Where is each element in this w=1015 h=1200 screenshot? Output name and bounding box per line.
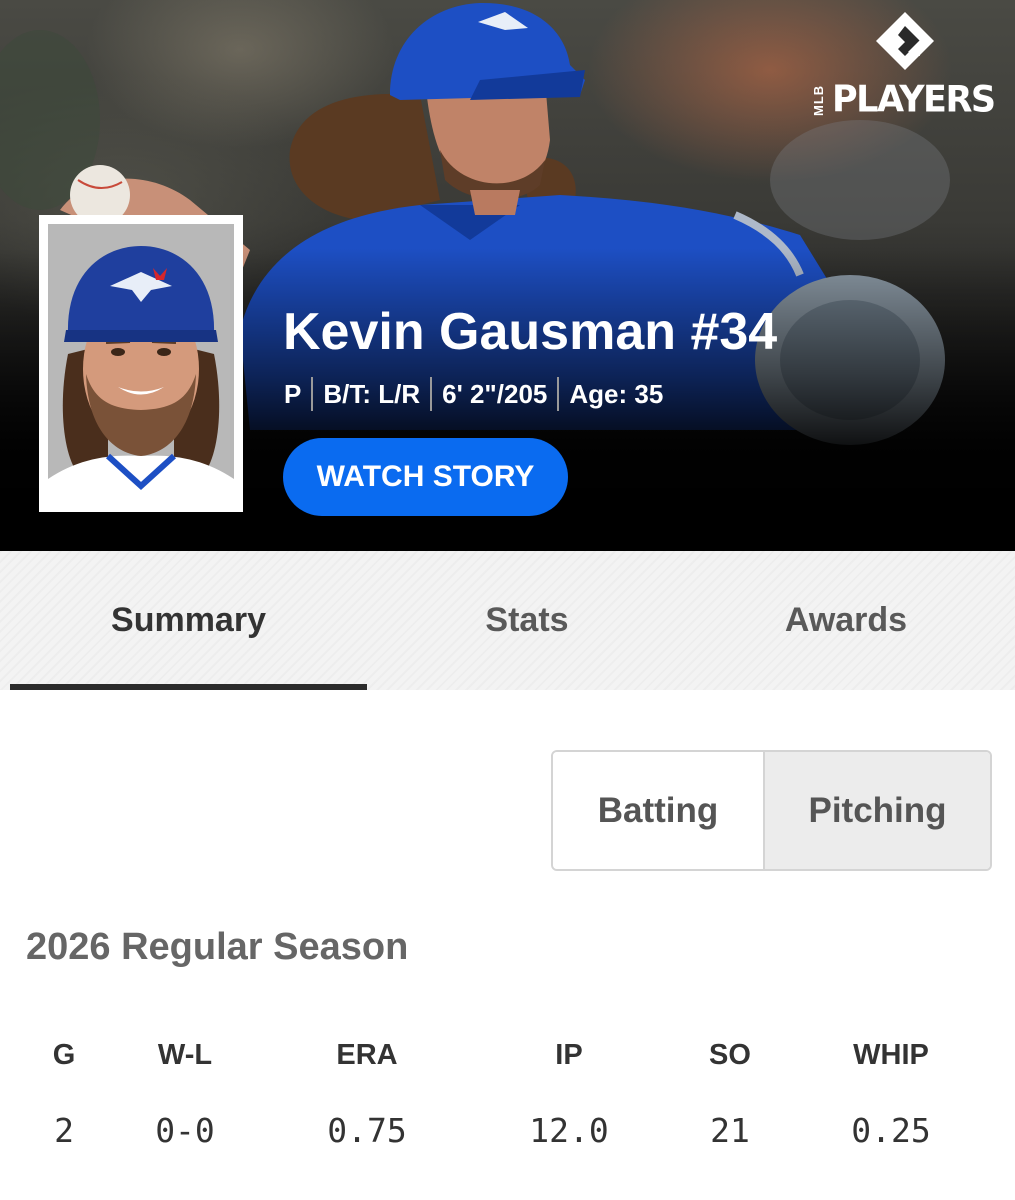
watch-story-button[interactable]: WATCH STORY — [283, 438, 568, 516]
pitching-toggle-button[interactable]: Pitching — [763, 752, 990, 869]
mlb-players-logo[interactable]: MLB PLAYERS — [811, 10, 1002, 121]
players-diamond-icon — [876, 12, 934, 70]
stat-header: G — [52, 1039, 76, 1071]
stat-column-g: G 2 — [0, 1030, 134, 1156]
batting-toggle-button[interactable]: Batting — [553, 752, 763, 869]
player-height-weight: 6' 2"/205 — [442, 378, 548, 409]
player-hero: MLB PLAYERS Kevin Gausman #34 P B/T: L/R… — [0, 0, 1015, 551]
meta-divider — [311, 377, 314, 411]
stat-column-ip: IP 12.0 — [499, 1030, 639, 1156]
player-bats-throws: B/T: L/R — [323, 378, 421, 409]
stat-value: 0-0 — [155, 1111, 215, 1150]
tab-summary[interactable]: Summary — [10, 551, 367, 690]
players-wordmark: PLAYERS — [832, 79, 996, 121]
player-headshot — [39, 215, 243, 512]
stat-value: 12.0 — [529, 1111, 609, 1150]
player-position: P — [284, 378, 302, 409]
stat-type-toggle: Batting Pitching — [551, 750, 992, 871]
player-name: Kevin Gausman #34 — [283, 303, 778, 361]
profile-tabs: Summary Stats Awards — [0, 551, 1015, 690]
stat-value: 0.25 — [851, 1111, 931, 1150]
mlb-wordmark: MLB — [811, 84, 826, 116]
stat-header: SO — [709, 1039, 751, 1071]
player-age: Age: 35 — [569, 378, 664, 409]
stat-header: W-L — [157, 1039, 213, 1071]
meta-divider — [430, 377, 433, 411]
season-title: 2026 Regular Season — [26, 926, 409, 968]
stat-value: 0.75 — [327, 1111, 407, 1150]
headshot-photo — [48, 224, 234, 503]
tab-awards[interactable]: Awards — [687, 551, 1005, 690]
meta-divider — [557, 377, 560, 411]
stat-header: WHIP — [853, 1039, 929, 1071]
stat-value: 2 — [54, 1111, 74, 1150]
player-bio-line: P B/T: L/R 6' 2"/205 Age: 35 — [284, 374, 663, 414]
tab-stats[interactable]: Stats — [367, 551, 687, 690]
stat-header: IP — [555, 1039, 583, 1071]
stat-column-so: SO 21 — [660, 1030, 800, 1156]
stat-column-w-l: W-L 0-0 — [115, 1030, 255, 1156]
stat-value: 21 — [710, 1111, 750, 1150]
stat-header: ERA — [336, 1039, 398, 1071]
stat-column-era: ERA 0.75 — [297, 1030, 437, 1156]
active-tab-indicator — [10, 684, 367, 690]
stat-column-whip: WHIP 0.25 — [821, 1030, 961, 1156]
